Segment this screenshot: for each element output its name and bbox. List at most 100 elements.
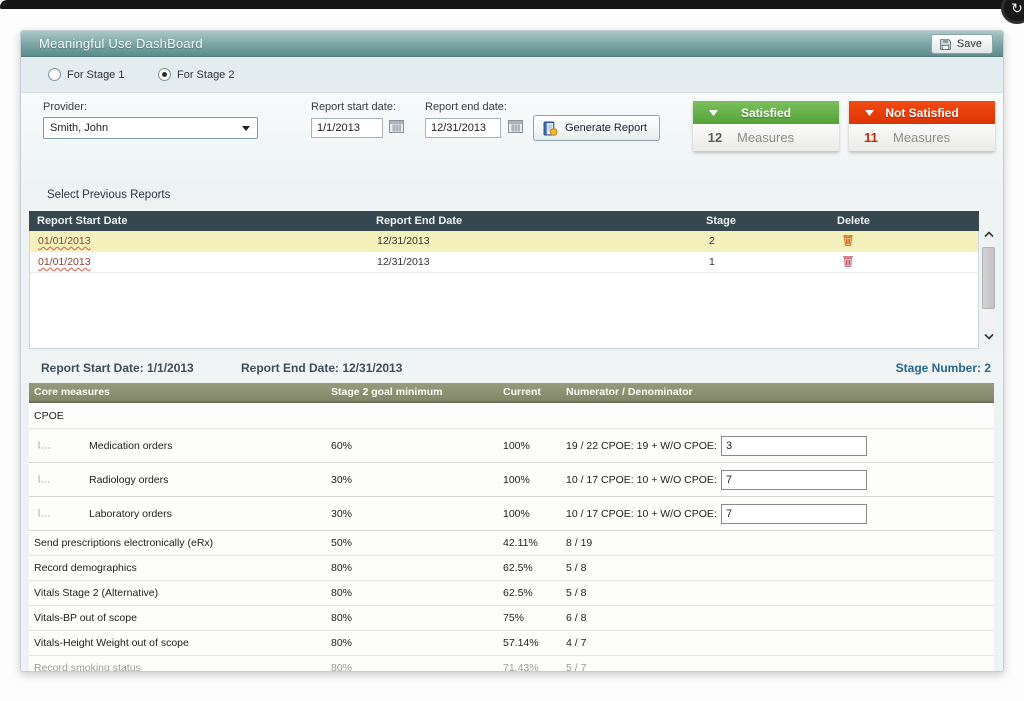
- chevron-down-icon: [865, 110, 874, 116]
- goal-value: 60%: [331, 440, 352, 452]
- goal-value: 50%: [331, 537, 352, 549]
- title-bar: Meaningful Use DashBoard Save: [21, 31, 1003, 57]
- column-header: Stage 2 goal minimum: [331, 386, 442, 398]
- not-satisfied-title: Not Satisfied: [885, 106, 958, 120]
- previous-reports-section-label: Select Previous Reports: [47, 189, 170, 201]
- floppy-icon: [939, 38, 952, 51]
- measure-row: Radiology orders 30% 100% 10 / 17 CPOE: …: [29, 463, 994, 497]
- measure-name: Vitals Stage 2 (Alternative): [34, 587, 158, 599]
- numerator-denominator: 8 / 19: [566, 537, 592, 549]
- measure-name: Send prescriptions electronically (eRx): [34, 537, 213, 549]
- radio-label: For Stage 2: [177, 69, 234, 81]
- report-icon: [543, 121, 558, 136]
- goal-value: 80%: [331, 587, 352, 599]
- delete-trash-icon[interactable]: [842, 254, 854, 271]
- satisfied-title: Satisfied: [741, 106, 791, 120]
- not-satisfied-header[interactable]: Not Satisfied: [849, 101, 995, 124]
- radio-icon: [158, 68, 171, 81]
- scroll-up-icon[interactable]: [981, 227, 997, 241]
- goal-value: 80%: [331, 562, 352, 574]
- table-row[interactable]: 01/01/2013 12/31/2013 2: [30, 231, 978, 252]
- numerator-denominator: 19 / 22 CPOE: 19 + W/O CPOE:: [566, 440, 717, 452]
- report-end-cell: 12/31/2013: [377, 256, 430, 268]
- page: ↻ Meaningful Use DashBoard Save For Stag…: [0, 0, 1024, 701]
- current-value: 62.5%: [503, 562, 533, 574]
- report-start-input[interactable]: [311, 118, 383, 138]
- goal-value: 30%: [331, 508, 352, 520]
- calendar-icon[interactable]: [508, 120, 523, 138]
- current-value: 100%: [503, 474, 530, 486]
- numerator-denominator: 10 / 17 CPOE: 10 + W/O CPOE:: [566, 508, 717, 520]
- measure-row: Medication orders 60% 100% 19 / 22 CPOE:…: [29, 429, 994, 463]
- scroll-down-icon[interactable]: [981, 329, 997, 343]
- scroll-thumb[interactable]: [982, 247, 995, 309]
- not-satisfied-card: Not Satisfied 11 Measures: [849, 101, 995, 151]
- satisfied-header[interactable]: Satisfied: [693, 101, 839, 124]
- report-start-link[interactable]: 01/01/2013: [38, 256, 91, 268]
- numerator-denominator: 5 / 7: [566, 662, 586, 672]
- radio-icon: [48, 68, 61, 81]
- generate-report-button[interactable]: Generate Report: [533, 115, 660, 141]
- measure-row: Laboratory orders 30% 100% 10 / 17 CPOE:…: [29, 497, 994, 531]
- report-end-input[interactable]: [425, 118, 501, 138]
- save-button-label: Save: [957, 38, 982, 50]
- radio-for-stage-2[interactable]: For Stage 2: [158, 68, 234, 81]
- current-value: 100%: [503, 508, 530, 520]
- column-header: Report Start Date: [37, 215, 127, 227]
- column-header: Current: [503, 386, 541, 398]
- core-measures-header: Core measures Stage 2 goal minimum Curre…: [29, 383, 994, 403]
- measure-row: Record smoking status 80% 71.43% 5 / 7: [29, 656, 994, 672]
- provider-select[interactable]: Smith, John: [43, 117, 258, 139]
- wo-cpoe-input[interactable]: [721, 470, 867, 490]
- report-end-cell: 12/31/2013: [377, 235, 430, 247]
- report-end-label: Report end date:: [425, 101, 507, 113]
- delete-trash-icon[interactable]: [842, 233, 854, 250]
- numerator-denominator: 10 / 17 CPOE: 10 + W/O CPOE:: [566, 474, 717, 486]
- goal-value: 80%: [331, 637, 352, 649]
- previous-reports-table: Report Start Date Report End Date Stage …: [29, 211, 979, 349]
- video-frame-top: [0, 0, 1024, 9]
- not-satisfied-count: 11: [849, 130, 893, 145]
- column-header: Stage: [706, 215, 736, 227]
- goal-value: 80%: [331, 612, 352, 624]
- calendar-icon[interactable]: [389, 120, 404, 138]
- numerator-denominator: 4 / 7: [566, 637, 586, 649]
- report-start-label: Report start date:: [311, 101, 396, 113]
- measure-name: Laboratory orders: [89, 508, 172, 520]
- radio-for-stage-1[interactable]: For Stage 1: [48, 68, 124, 81]
- goal-value: 30%: [331, 474, 352, 486]
- chevron-down-icon: [709, 110, 718, 116]
- stage-cell: 2: [709, 235, 715, 247]
- save-button[interactable]: Save: [931, 34, 993, 54]
- column-header: Delete: [837, 215, 870, 227]
- current-value: 100%: [503, 440, 530, 452]
- measure-row: Send prescriptions electronically (eRx) …: [29, 531, 994, 556]
- current-value: 75%: [503, 612, 524, 624]
- report-controls: Provider: Smith, John Report start date:…: [21, 93, 1003, 183]
- tree-node-icon: [37, 441, 53, 451]
- satisfied-body: 12 Measures: [693, 124, 839, 151]
- summary-start-date: Report Start Date: 1/1/2013: [41, 361, 194, 375]
- table-row[interactable]: 01/01/2013 12/31/2013 1: [30, 252, 978, 273]
- numerator-denominator: 5 / 8: [566, 562, 586, 574]
- stage-cell: 1: [709, 256, 715, 268]
- provider-value: Smith, John: [50, 122, 108, 134]
- replay-icon[interactable]: ↻: [1001, 0, 1024, 24]
- dashboard-window: Meaningful Use DashBoard Save For Stage …: [20, 30, 1004, 672]
- wo-cpoe-input[interactable]: [721, 504, 867, 524]
- group-row-cpoe: CPOE: [29, 403, 994, 429]
- provider-label: Provider:: [43, 101, 87, 113]
- chevron-down-icon: [242, 126, 250, 131]
- measure-name: Medication orders: [89, 440, 172, 452]
- current-value: 42.11%: [503, 537, 538, 549]
- report-start-link[interactable]: 01/01/2013: [38, 235, 91, 247]
- wo-cpoe-input[interactable]: [721, 436, 867, 456]
- report-summary-bar: Report Start Date: 1/1/2013 Report End D…: [21, 353, 1003, 383]
- tree-node-icon: [37, 509, 53, 519]
- numerator-denominator: 6 / 8: [566, 612, 586, 624]
- column-header: Core measures: [34, 386, 110, 398]
- measure-row: Vitals-BP out of scope 80% 75% 6 / 8: [29, 606, 994, 631]
- scrollbar[interactable]: [981, 227, 997, 343]
- measure-row: Record demographics 80% 62.5% 5 / 8: [29, 556, 994, 581]
- previous-reports-header: Report Start Date Report End Date Stage …: [29, 211, 979, 231]
